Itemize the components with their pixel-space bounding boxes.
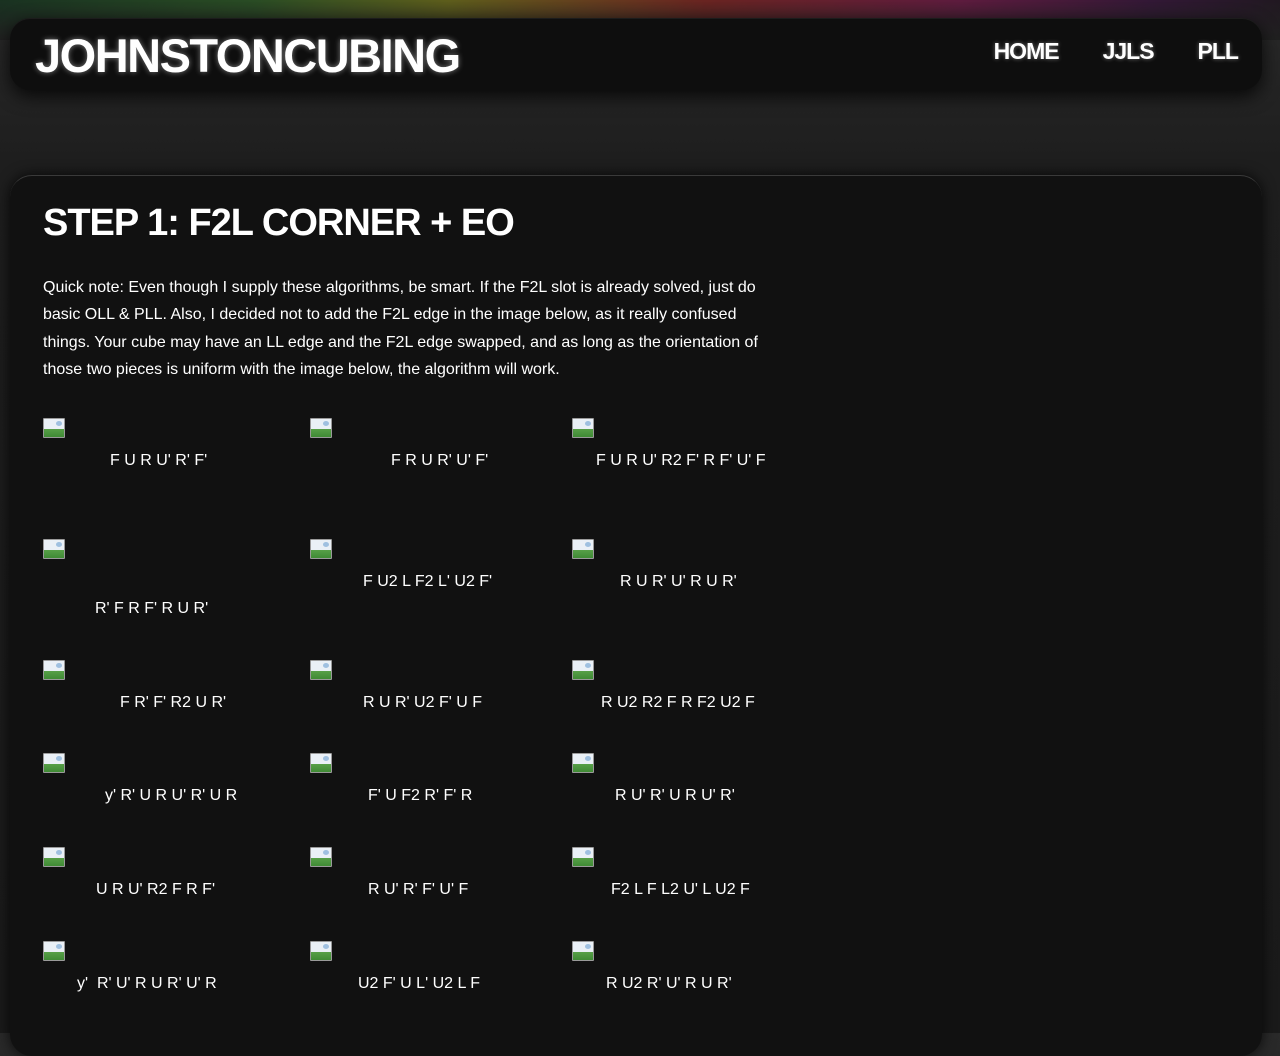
algorithm-text: F U R U' R' F' — [110, 452, 208, 469]
algorithm-text: F U R U' R2 F' R F' U' F — [596, 452, 766, 469]
page-title: STEP 1: F2L CORNER + EO — [43, 202, 515, 244]
algorithm-case: F U R U' R' F' — [43, 418, 293, 508]
nav-jjls-link[interactable]: JJLS — [1103, 38, 1155, 65]
algorithm-text: F U2 L F2 L' U2 F' — [363, 573, 493, 590]
algorithm-case: F R' F' R2 U R' — [43, 660, 293, 750]
case-image — [310, 847, 332, 867]
case-image — [310, 753, 332, 773]
algorithm-case: U R U' R2 F R F' — [43, 847, 293, 937]
algorithm-case: F2 L F L2 U' L U2 F — [572, 847, 822, 937]
site-logo[interactable]: JOHNSTONCUBING — [35, 28, 461, 83]
algorithm-case: R' F R F' R U R' — [43, 539, 293, 629]
algorithm-case: y' R' U R U' R' U R — [43, 753, 293, 843]
algorithm-case: U2 F' U L' U2 L F — [310, 941, 560, 1031]
algorithm-case: R U R' U' R U R' — [572, 539, 822, 629]
algorithm-text: R U R' U' R U R' — [620, 573, 737, 590]
case-image — [43, 660, 65, 680]
algorithm-text: R' F R F' R U R' — [95, 600, 209, 617]
intro-line: Quick note: Even though I supply these a… — [43, 279, 756, 296]
case-image — [43, 941, 65, 961]
algorithm-case: R U' R' U R U' R' — [572, 753, 822, 843]
content-panel: STEP 1: F2L CORNER + EO Quick note: Even… — [10, 175, 1262, 1056]
nav-pll-link[interactable]: PLL — [1198, 38, 1239, 65]
algorithm-text: U R U' R2 F R F' — [96, 881, 215, 898]
algorithm-text: R U2 R2 F R F2 U2 F — [601, 694, 755, 711]
algorithm-case: F R U R' U' F' — [310, 418, 560, 508]
algorithm-case: R U' R' F' U' F — [310, 847, 560, 937]
case-image — [43, 847, 65, 867]
case-image — [310, 660, 332, 680]
case-image — [572, 847, 594, 867]
algorithm-case: F U R U' R2 F' R F' U' F — [572, 418, 822, 508]
intro-line: basic OLL & PLL. Also, I decided not to … — [43, 306, 737, 324]
algorithm-text: R U' R' U R U' R' — [615, 787, 735, 804]
algorithm-case: R U2 R2 F R F2 U2 F — [572, 660, 822, 750]
algorithm-case: R U R' U2 F' U F — [310, 660, 560, 750]
intro-paragraph: Quick note: Even though I supply these a… — [43, 274, 823, 383]
algorithm-text: R U' R' F' U' F — [368, 881, 469, 898]
site-header: JOHNSTONCUBING HOME JJLS PLL — [10, 18, 1262, 90]
case-image — [572, 539, 594, 559]
case-image — [43, 753, 65, 773]
algorithm-text: F R U R' U' F' — [391, 452, 489, 469]
main-nav: HOME JJLS PLL — [950, 38, 1239, 65]
case-image — [572, 753, 594, 773]
algorithm-case: R U2 R' U' R U R' — [572, 941, 822, 1031]
case-image — [572, 660, 594, 680]
case-image — [572, 941, 594, 961]
case-image — [310, 941, 332, 961]
algorithm-text: y' R' U' R U R' U' R — [77, 975, 217, 992]
algorithm-text: R U2 R' U' R U R' — [606, 975, 732, 992]
algorithm-case: F U2 L F2 L' U2 F' — [310, 539, 560, 629]
algorithm-text: F R' F' R2 U R' — [120, 694, 227, 711]
algorithm-text: R U R' U2 F' U F — [363, 694, 482, 711]
case-image — [572, 418, 594, 438]
intro-line: those two pieces is uniform with the ima… — [43, 360, 560, 378]
algorithm-text: F' U F2 R' F' R — [368, 787, 473, 804]
algorithm-text: F2 L F L2 U' L U2 F — [611, 881, 750, 898]
algorithm-case: F' U F2 R' F' R — [310, 753, 560, 843]
case-image — [43, 418, 65, 438]
case-image — [310, 539, 332, 559]
case-image — [310, 418, 332, 438]
algorithm-text: y' R' U R U' R' U R — [105, 787, 238, 804]
algorithm-case: y' R' U' R U R' U' R — [43, 941, 293, 1031]
case-image — [43, 539, 65, 559]
intro-line: things. Your cube may have an LL edge an… — [43, 333, 758, 351]
nav-home-link[interactable]: HOME — [994, 38, 1060, 65]
algorithm-text: U2 F' U L' U2 L F — [358, 975, 480, 992]
